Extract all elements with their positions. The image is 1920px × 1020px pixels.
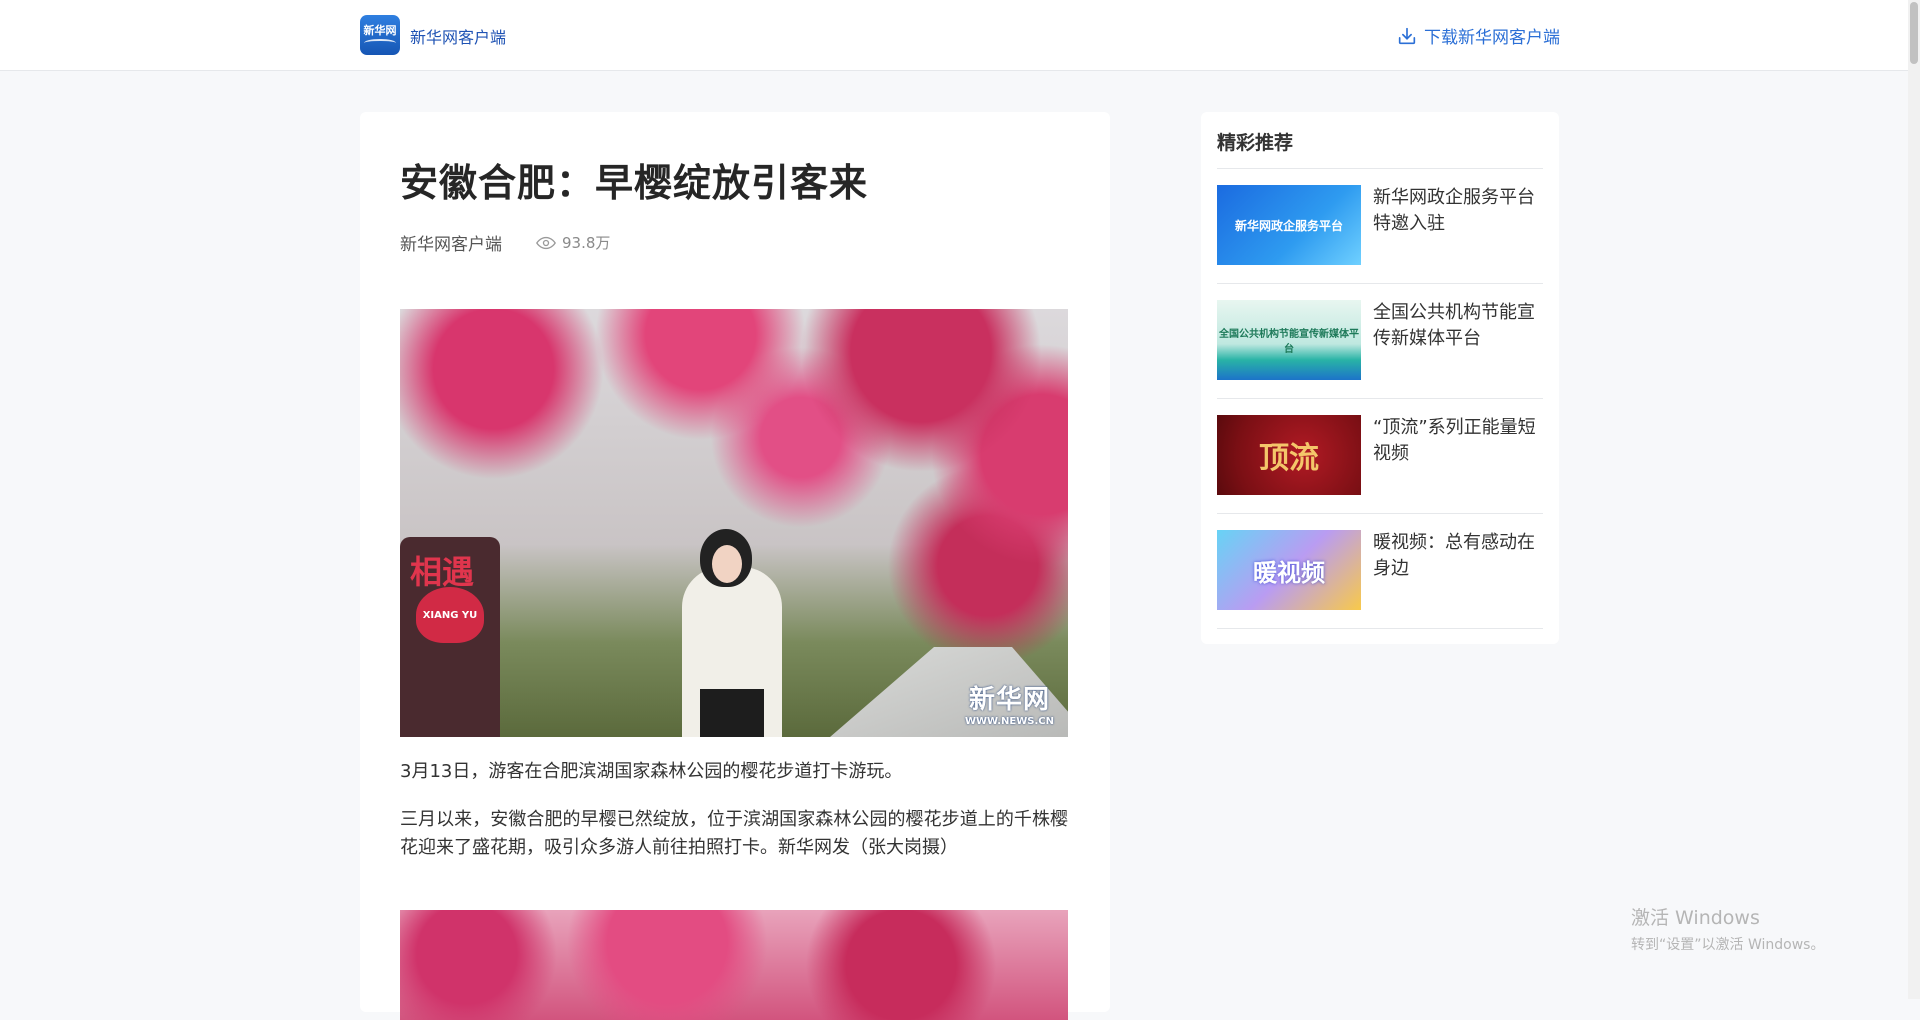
photo-sign: 相遇 XIANG YU [400, 537, 500, 737]
brand-name[interactable]: 新华网客户端 [410, 24, 506, 48]
page-scrollbar[interactable] [1908, 0, 1920, 999]
watermark-sub: WWW.NEWS.CN [964, 716, 1054, 727]
thumbnail-text: 暖视频 [1253, 558, 1325, 587]
download-label: 下载新华网客户端 [1424, 28, 1560, 48]
recommendation-title[interactable]: “顶流”系列正能量短视频 [1373, 415, 1543, 467]
windows-activation-watermark: 激活 Windows 转到“设置”以激活 Windows。 [1631, 903, 1824, 954]
article-paragraph: 三月以来，安徽合肥的早樱已然绽放，位于滨湖国家森林公园的樱花步道上的千株樱花迎来… [400, 809, 1068, 858]
recommendation-item[interactable]: 新华网政企服务平台 新华网政企服务平台特邀入驻 [1217, 169, 1543, 284]
article-card: 安徽合肥：早樱绽放引客来 新华网客户端 93.8万 相遇 XIANG YU 新华… [360, 112, 1110, 1020]
thumbnail-text: 全国公共机构节能宣传新媒体平台 [1219, 329, 1359, 355]
top-header: 新华网 新华网客户端 下载新华网客户端 [0, 0, 1908, 71]
recommendation-thumbnail[interactable]: 全国公共机构节能宣传新媒体平台 [1217, 300, 1361, 380]
recommendation-thumbnail[interactable]: 暖视频 [1217, 530, 1361, 610]
recommendations-title: 精彩推荐 [1217, 132, 1294, 154]
recommendation-item[interactable]: 全国公共机构节能宣传新媒体平台 全国公共机构节能宣传新媒体平台 [1217, 284, 1543, 399]
article-source[interactable]: 新华网客户端 [400, 230, 502, 255]
recommendation-title[interactable]: 暖视频：总有感动在身边 [1373, 530, 1543, 582]
recommendation-title[interactable]: 新华网政企服务平台特邀入驻 [1373, 185, 1543, 237]
eye-icon [536, 236, 556, 249]
scrollbar-thumb[interactable] [1910, 2, 1918, 64]
view-count: 93.8万 [536, 232, 610, 253]
recommendations-panel: 精彩推荐 新华网政企服务平台 新华网政企服务平台特邀入驻 全国公共机构节能宣传新… [1201, 112, 1559, 644]
recommendation-item[interactable]: 顶流 “顶流”系列正能量短视频 [1217, 399, 1543, 514]
view-count-value: 93.8万 [562, 234, 611, 252]
sign-heart: XIANG YU [416, 587, 484, 643]
photo-person-face [712, 545, 742, 583]
logo-text: 新华网 [363, 24, 397, 37]
thumbnail-text: 顶流 [1259, 441, 1319, 476]
article-photo-second [400, 910, 1068, 1020]
activation-title: 激活 Windows [1631, 907, 1760, 929]
download-icon [1398, 27, 1416, 44]
photo-watermark: 新华网 WWW.NEWS.CN [965, 679, 1054, 727]
thumbnail-text: 新华网政企服务平台 [1234, 218, 1343, 233]
recommendation-title[interactable]: 全国公共机构节能宣传新媒体平台 [1373, 300, 1543, 352]
recommendation-thumbnail[interactable]: 顶流 [1217, 415, 1361, 495]
xinhua-logo[interactable]: 新华网 [360, 15, 400, 55]
recommendation-thumbnail[interactable]: 新华网政企服务平台 [1217, 185, 1361, 265]
download-app-link[interactable]: 下载新华网客户端 [1396, 23, 1560, 48]
article-photo-cherry-blossom: 相遇 XIANG YU 新华网 WWW.NEWS.CN [400, 309, 1068, 737]
recommendation-item[interactable]: 暖视频 暖视频：总有感动在身边 [1217, 514, 1543, 629]
article-meta: 新华网客户端 93.8万 [400, 230, 610, 255]
sign-text: 相遇 [410, 553, 475, 591]
photo-caption: 3月13日，游客在合肥滨湖国家森林公园的樱花步道打卡游玩。 [400, 761, 903, 782]
photo-person-legs [700, 689, 764, 737]
activation-subtitle: 转到“设置”以激活 Windows。 [1631, 937, 1825, 953]
article-title: 安徽合肥：早樱绽放引客来 [400, 161, 869, 205]
watermark-main: 新华网 [968, 685, 1050, 715]
